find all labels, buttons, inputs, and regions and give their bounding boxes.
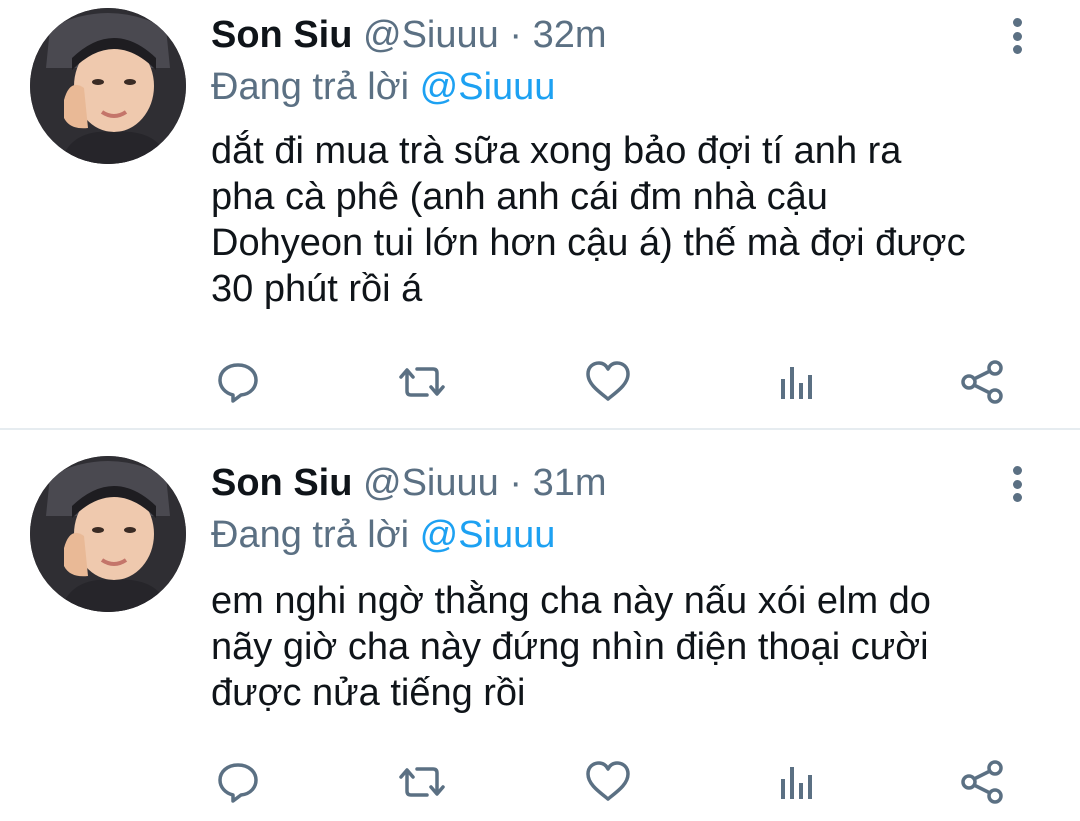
replying-prefix: Đang trả lời [211, 514, 410, 556]
tweet[interactable]: Son Siu @Siuuu · 31m Đang trả lời @Siuuu… [0, 430, 1080, 821]
tweet-text: dắt đi mua trà sữa xong bảo đợi tí anh r… [211, 128, 1051, 312]
tweet-feed: Son Siu @Siuuu · 32m Đang trả lời @Siuuu… [0, 0, 1080, 821]
avatar[interactable] [30, 456, 186, 612]
replying-to-handle[interactable]: @Siuuu [420, 514, 556, 556]
reply-icon[interactable] [210, 354, 266, 410]
like-icon[interactable] [580, 754, 636, 810]
reply-icon[interactable] [210, 754, 266, 810]
tweet-actions [210, 354, 1020, 410]
tweet-text-line: được nửa tiếng rồi [211, 672, 526, 714]
retweet-icon[interactable] [394, 754, 450, 810]
separator-dot: · [509, 462, 522, 504]
tweet-text-line: 30 phút rồi á [211, 268, 423, 310]
tweet-header: Son Siu @Siuuu · 31m [211, 458, 606, 508]
tweet-actions [210, 754, 1020, 810]
avatar[interactable] [30, 8, 186, 164]
tweet-text: em nghi ngờ thằng cha này nấu xói elm do… [211, 578, 1051, 716]
replying-to: Đang trả lời @Siuuu [211, 510, 555, 560]
timestamp[interactable]: 31m [533, 462, 607, 504]
timestamp[interactable]: 32m [533, 14, 607, 56]
tweet-header: Son Siu @Siuuu · 32m [211, 10, 606, 60]
more-options-icon[interactable] [1000, 462, 1034, 506]
like-icon[interactable] [580, 354, 636, 410]
retweet-icon[interactable] [394, 354, 450, 410]
separator-dot: · [509, 14, 522, 56]
stats-icon[interactable] [768, 354, 824, 410]
user-handle[interactable]: @Siuuu [363, 14, 499, 56]
share-icon[interactable] [954, 354, 1010, 410]
user-handle[interactable]: @Siuuu [363, 462, 499, 504]
replying-to: Đang trả lời @Siuuu [211, 62, 555, 112]
tweet-text-line: dắt đi mua trà sữa xong bảo đợi tí anh r… [211, 130, 902, 172]
stats-icon[interactable] [768, 754, 824, 810]
tweet-text-line: em nghi ngờ thằng cha này nấu xói elm do [211, 580, 931, 622]
tweet-text-line: pha cà phê (anh anh cái đm nhà cậu [211, 176, 828, 218]
display-name[interactable]: Son Siu [211, 14, 352, 56]
replying-to-handle[interactable]: @Siuuu [420, 66, 556, 108]
replying-prefix: Đang trả lời [211, 66, 410, 108]
more-options-icon[interactable] [1000, 14, 1034, 58]
tweet-text-line: nãy giờ cha này đứng nhìn điện thoại cườ… [211, 626, 929, 668]
display-name[interactable]: Son Siu [211, 462, 352, 504]
tweet-text-line: Dohyeon tui lớn hơn cậu á) thế mà đợi đư… [211, 222, 966, 264]
share-icon[interactable] [954, 754, 1010, 810]
tweet[interactable]: Son Siu @Siuuu · 32m Đang trả lời @Siuuu… [0, 0, 1080, 428]
